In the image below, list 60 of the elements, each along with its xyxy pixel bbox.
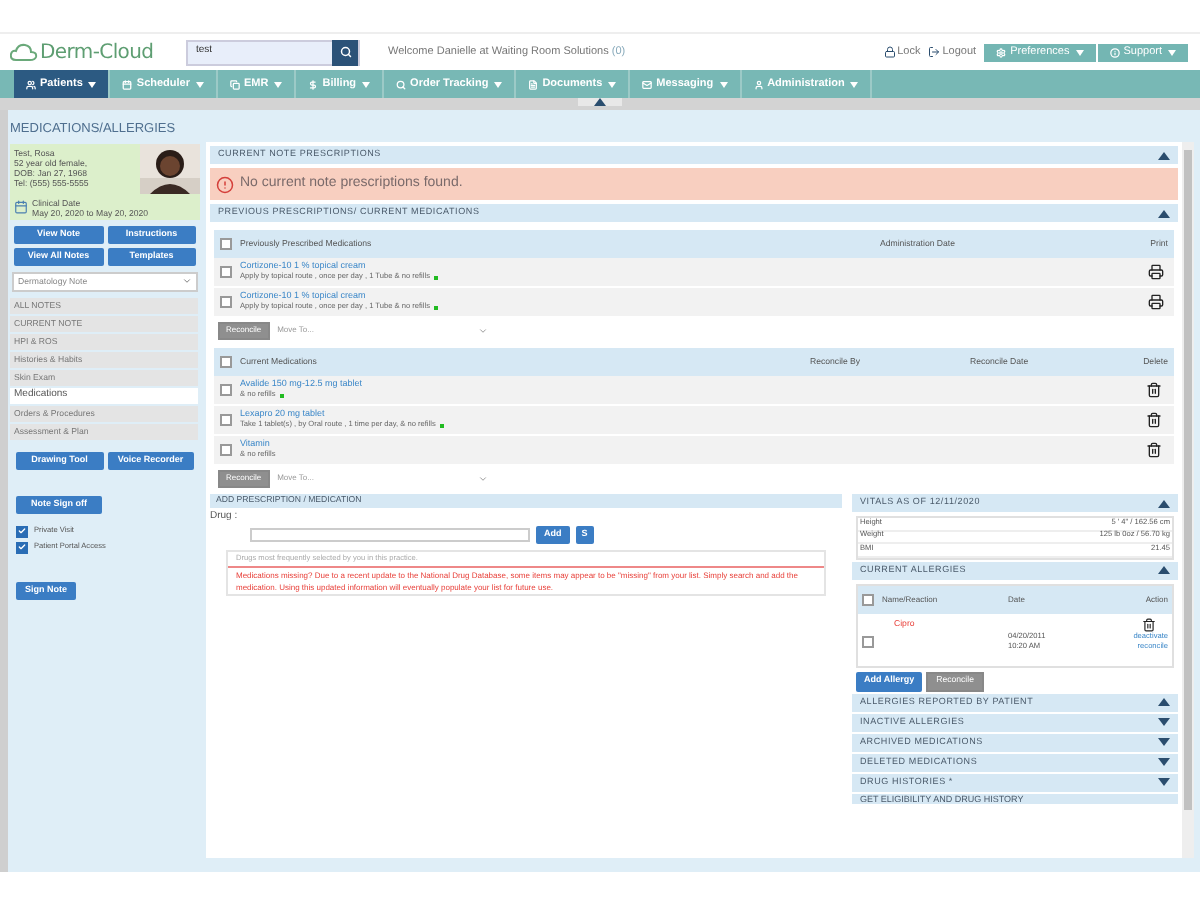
calendar-icon <box>122 79 133 89</box>
trash-icon[interactable] <box>1146 412 1162 428</box>
checkbox[interactable] <box>862 635 874 647</box>
dropdown-caret-icon <box>608 81 617 87</box>
drug-input-field[interactable] <box>250 527 530 541</box>
print-icon[interactable] <box>1148 294 1164 310</box>
alert-icon <box>216 175 234 193</box>
collapse-tab[interactable] <box>578 98 622 106</box>
caret-down-icon[interactable] <box>1158 758 1170 766</box>
caret-up-icon[interactable] <box>1158 151 1170 159</box>
caret-up-icon[interactable] <box>1158 566 1170 574</box>
dropdown-caret-icon <box>274 81 283 87</box>
checkbox[interactable] <box>220 356 232 368</box>
checkbox[interactable] <box>220 266 232 278</box>
trash-icon[interactable] <box>1146 442 1162 458</box>
dropdown-caret-icon <box>88 81 97 87</box>
cloud-logo-icon <box>10 42 38 62</box>
caret-down-icon[interactable] <box>1158 738 1170 746</box>
dropdown-caret-icon <box>850 81 859 87</box>
caret-up-icon[interactable] <box>1158 698 1170 706</box>
file-icon <box>528 79 539 89</box>
dropdown-caret-icon <box>1168 49 1176 55</box>
lock-icon <box>883 46 896 58</box>
dropdown-caret-icon <box>719 81 728 87</box>
checkbox[interactable] <box>16 525 28 538</box>
caret-down-icon[interactable] <box>1158 778 1170 786</box>
search-button[interactable] <box>332 39 358 65</box>
dropdown-caret-icon <box>1075 49 1084 55</box>
print-icon[interactable] <box>1148 264 1164 280</box>
search-icon <box>339 46 351 58</box>
chevron-down-icon <box>477 325 488 335</box>
copy-icon <box>230 79 240 89</box>
users-icon <box>26 79 36 89</box>
info-icon <box>1109 47 1120 57</box>
logo-text: Derm-Cloud <box>40 39 154 67</box>
checkbox[interactable] <box>220 414 232 426</box>
caret-down-icon[interactable] <box>1158 718 1170 726</box>
checkbox[interactable] <box>220 444 232 456</box>
dollar-icon <box>308 79 319 89</box>
checkbox[interactable] <box>220 384 232 396</box>
caret-up-icon[interactable] <box>1158 209 1170 217</box>
user-icon <box>753 79 764 89</box>
mail-icon <box>642 79 653 89</box>
checkbox[interactable] <box>220 238 232 250</box>
dropdown-caret-icon <box>494 81 503 87</box>
checkbox[interactable] <box>862 593 874 605</box>
logout-icon <box>928 46 941 58</box>
search-icon <box>396 79 407 89</box>
dropdown-caret-icon <box>362 81 371 87</box>
chevron-down-icon <box>182 276 192 287</box>
trash-icon[interactable] <box>1142 617 1156 631</box>
checkbox[interactable] <box>16 541 28 554</box>
checkbox[interactable] <box>220 296 232 308</box>
calendar-icon <box>14 199 28 214</box>
dropdown-caret-icon <box>196 81 204 87</box>
chevron-down-icon <box>477 473 488 483</box>
gear-icon <box>996 47 1007 57</box>
caret-up-icon[interactable] <box>1158 499 1170 507</box>
trash-icon[interactable] <box>1146 382 1162 398</box>
scrollbar[interactable] <box>1182 142 1194 858</box>
